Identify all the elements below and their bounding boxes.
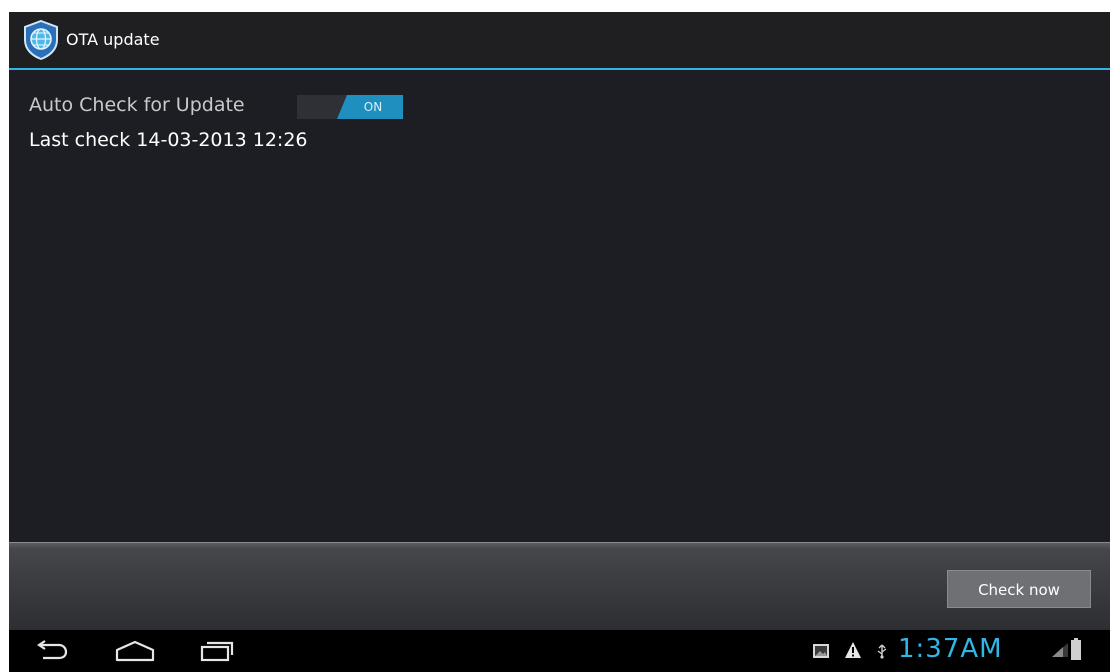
recent-apps-icon[interactable] [199,640,235,662]
app-title: OTA update [66,30,160,49]
settings-content: Auto Check for Update ON Last check 14-0… [9,70,1110,540]
status-clock: 1:37AM [898,634,1003,664]
back-icon[interactable] [33,640,69,662]
signal-icon [1052,643,1068,657]
last-check-text: Last check 14-03-2013 12:26 [29,129,308,151]
action-bar: OTA update [9,12,1110,70]
usb-icon [877,644,887,659]
auto-check-toggle[interactable]: ON [297,95,403,119]
home-icon[interactable] [113,640,157,662]
globe-shield-icon[interactable] [23,20,59,60]
gallery-icon [813,644,829,658]
tablet-screen: OTA update Auto Check for Update ON Last… [9,12,1110,672]
system-navigation-bar: 1:37AM [9,630,1110,672]
toggle-thumb-on: ON [337,95,403,119]
bottom-button-bar: Check now [9,542,1110,631]
check-now-button[interactable]: Check now [947,570,1091,608]
battery-icon [1071,638,1081,660]
warning-icon [845,642,861,658]
auto-check-label: Auto Check for Update [29,94,245,116]
toggle-state-label: ON [363,100,383,114]
